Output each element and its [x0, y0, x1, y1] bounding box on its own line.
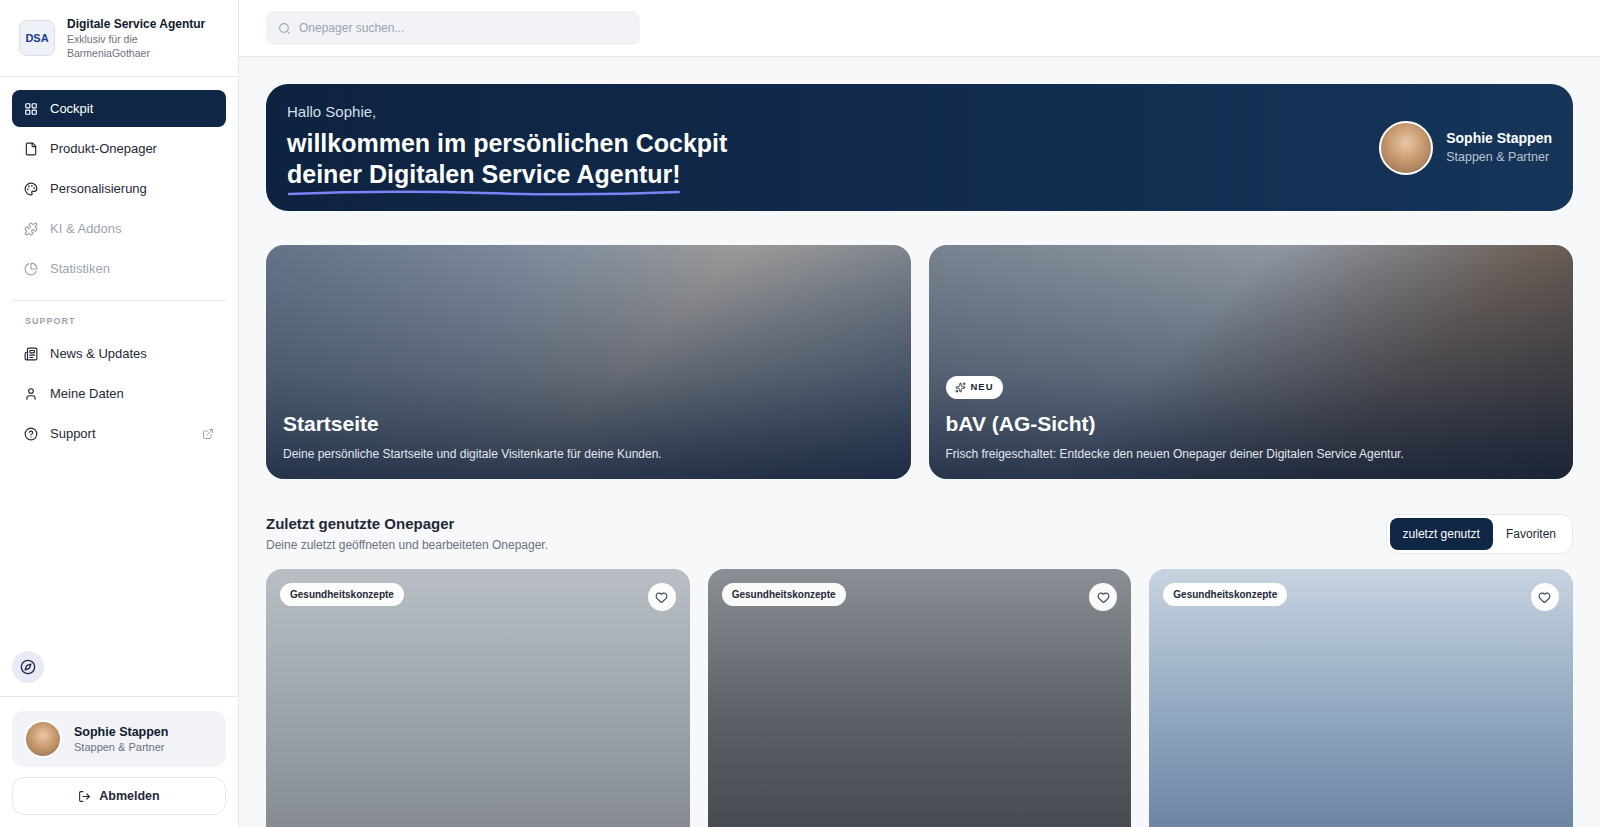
welcome-line: deiner Digitalen Service Agentur!	[287, 159, 681, 190]
chart-icon	[24, 262, 38, 276]
category-tag: Gesundheitskonzepte	[1163, 583, 1287, 606]
brand-subtitle: Exklusiv für die BarmeniaGothaer	[67, 32, 219, 60]
grid-icon	[24, 102, 38, 116]
brand-title: Digitale Service Agentur	[67, 16, 219, 32]
nav-item: KI & Addons	[12, 210, 226, 247]
compass-icon	[20, 659, 36, 675]
file-icon	[24, 142, 38, 156]
main: Onepager suchen... Hallo Sophie, willkomme…	[239, 0, 1600, 827]
app: DSA Digitale Service AgenturExklusiv für …	[0, 0, 1600, 827]
heart-icon	[1538, 591, 1551, 604]
nav-item[interactable]: News & Updates	[12, 336, 226, 373]
recent-cards: Gesundheitskonzepte Gesundheitskonzepte Ge…	[266, 569, 1573, 827]
banner-user: Sophie StappenStappen & Partner	[1379, 121, 1552, 175]
feature-card[interactable]: NEU bAV (AG-Sicht) Frisch freigeschaltet: …	[929, 245, 1574, 479]
brand-logo: DSA	[19, 20, 55, 56]
user-name: Sophie Stappen	[74, 724, 168, 740]
section-heading: SUPPORT	[12, 315, 226, 333]
section-title: Zuletzt genutzte Onepager	[266, 514, 548, 534]
favorite-button[interactable]	[648, 583, 676, 611]
user-icon	[24, 387, 38, 401]
user-card[interactable]: Sophie StappenStappen & Partner	[12, 711, 226, 767]
puzzle-icon	[24, 222, 38, 236]
onepager-card[interactable]: Gesundheitskonzepte	[1149, 569, 1573, 827]
feature-title: Startseite	[283, 410, 894, 438]
search-icon	[278, 22, 291, 35]
logout-icon	[78, 790, 91, 803]
toggle-option[interactable]: Favoriten	[1493, 518, 1569, 550]
greeting: Hallo Sophie,	[287, 102, 727, 122]
help-icon	[24, 427, 38, 441]
feature-cards: Startseite Deine persönliche Startseite u…	[266, 245, 1573, 479]
feature-description: Frisch freigeschaltet: Entdecke den neue…	[946, 446, 1557, 462]
onepager-card[interactable]: Gesundheitskonzepte	[708, 569, 1132, 827]
search-field[interactable]: Onepager suchen...	[266, 11, 640, 45]
external-link-icon	[202, 428, 214, 440]
top-bar: Onepager suchen...	[239, 0, 1600, 57]
nav-item[interactable]: Personalisierung	[12, 170, 226, 207]
feature-description: Deine persönliche Startseite und digital…	[283, 446, 894, 462]
category-tag: Gesundheitskonzepte	[280, 583, 404, 606]
category-tag: Gesundheitskonzepte	[722, 583, 846, 606]
nav-item: Statistiken	[12, 250, 226, 287]
avatar	[24, 720, 62, 758]
nav-item[interactable]: Produkt-Onepager	[12, 130, 226, 167]
heart-icon	[1097, 591, 1110, 604]
palette-icon	[24, 182, 38, 196]
onepager-card[interactable]: Gesundheitskonzepte	[266, 569, 690, 827]
welcome-line: willkommen im persönlichen Cockpit	[287, 128, 727, 159]
nav-item[interactable]: Cockpit	[12, 90, 226, 127]
view-toggle: zuletzt genutztFavoriten	[1386, 514, 1573, 554]
recent-header: Zuletzt genutzte Onepager Deine zuletzt g…	[266, 514, 1573, 554]
nav-item[interactable]: Meine Daten	[12, 376, 226, 413]
brand: DSA Digitale Service AgenturExklusiv für …	[0, 0, 238, 77]
underline-icon	[287, 190, 681, 196]
main-nav: CockpitProdukt-OnepagerPersonalisierungK…	[0, 77, 238, 300]
user-company: Stappen & Partner	[74, 740, 168, 754]
welcome-banner: Hallo Sophie, willkommen im persönlichen …	[266, 84, 1573, 211]
nav-item[interactable]: Support	[12, 416, 226, 453]
avatar	[1379, 121, 1433, 175]
toggle-option[interactable]: zuletzt genutzt	[1390, 518, 1493, 550]
support-section: SUPPORT News & UpdatesMeine DatenSupport	[0, 301, 238, 453]
logout-button[interactable]: Abmelden	[12, 777, 226, 815]
section-subtitle: Deine zuletzt geöffneten und bearbeitete…	[266, 537, 548, 553]
feature-title: bAV (AG-Sicht)	[946, 410, 1557, 438]
sparkles-icon	[955, 382, 966, 393]
heart-icon	[655, 591, 668, 604]
favorite-button[interactable]	[1089, 583, 1117, 611]
sidebar: DSA Digitale Service AgenturExklusiv für …	[0, 0, 239, 827]
explore-button[interactable]	[12, 651, 44, 683]
new-badge: NEU	[946, 376, 1003, 398]
favorite-button[interactable]	[1531, 583, 1559, 611]
news-icon	[24, 347, 38, 361]
feature-card[interactable]: Startseite Deine persönliche Startseite u…	[266, 245, 911, 479]
